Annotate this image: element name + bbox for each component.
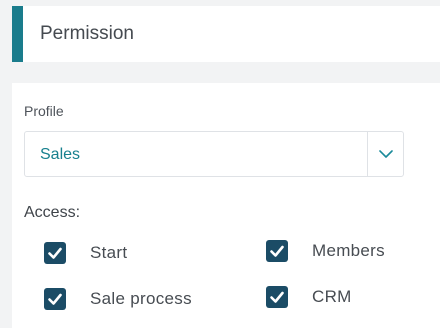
select-divider: [367, 132, 368, 176]
checkbox-checked-icon[interactable]: [266, 240, 288, 262]
access-checkbox-members[interactable]: Members: [266, 240, 416, 266]
checkbox-checked-icon[interactable]: [266, 286, 288, 308]
permission-header: Permission: [12, 6, 440, 62]
checkbox-checked-icon[interactable]: [44, 288, 66, 310]
access-checkbox-sale-process[interactable]: Sale process: [44, 288, 234, 314]
access-label: Access:: [24, 204, 81, 221]
page-title: Permission: [40, 23, 134, 44]
checkbox-label: Start: [90, 243, 128, 262]
access-checkbox-crm[interactable]: CRM: [266, 286, 416, 312]
permission-panel: Profile Sales Access: Start Members Sale…: [12, 83, 440, 328]
profile-select[interactable]: Sales: [24, 131, 404, 177]
checkbox-label: Members: [312, 241, 385, 260]
profile-select-value: Sales: [40, 146, 81, 163]
chevron-down-icon[interactable]: [376, 146, 396, 162]
access-checkbox-start[interactable]: Start: [44, 242, 194, 268]
profile-label: Profile: [24, 103, 64, 119]
checkbox-label: CRM: [312, 287, 352, 306]
checkbox-checked-icon[interactable]: [44, 242, 66, 264]
checkbox-label: Sale process: [90, 289, 192, 308]
